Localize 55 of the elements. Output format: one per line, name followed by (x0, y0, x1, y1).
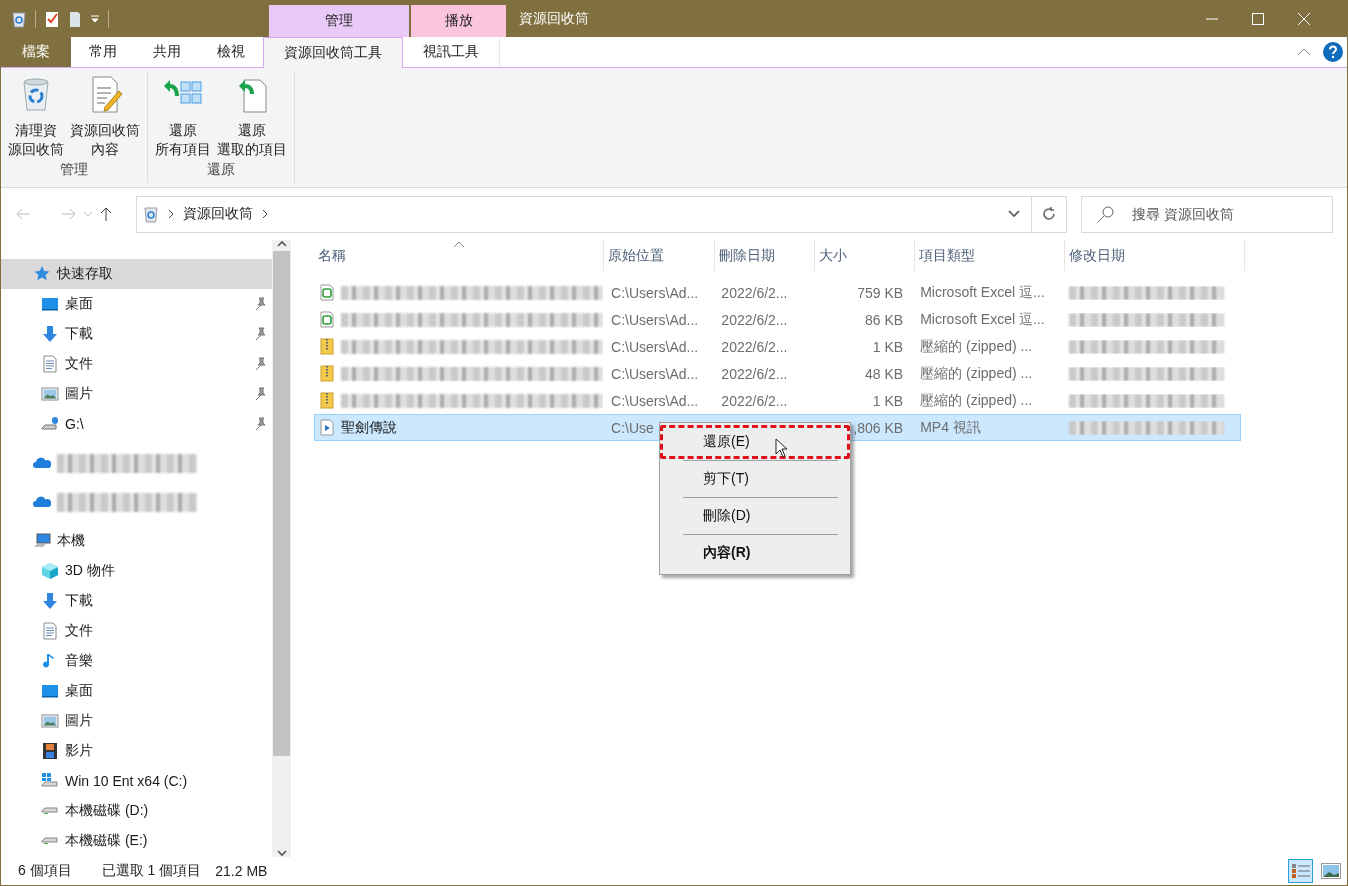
selection-size: 21.2 MB (215, 863, 268, 879)
table-cell: 壓縮的 (zipped) ... (920, 337, 1033, 356)
table-cell: C:\Users\Ad... (611, 338, 699, 355)
file-name: 聖劍傳說 (341, 418, 397, 437)
column-label: 修改日期 (1069, 246, 1125, 265)
table-cell: 2022/6/2... (721, 311, 788, 328)
table-cell: 1 KB (872, 392, 904, 409)
group-label: 管理 (60, 161, 88, 179)
table-cell: 2022/6/2... (721, 392, 788, 409)
table-cell: 壓縮的 (zipped) ... (920, 364, 1033, 383)
nav-label: 3D 物件 (65, 562, 115, 580)
table-cell: 2022/6/2... (721, 338, 788, 355)
nav-label: 影片 (65, 742, 93, 760)
group-label: 還原 (207, 161, 235, 179)
nav-label: 圖片 (65, 712, 93, 730)
table-cell: MP4 視訊 (920, 418, 981, 437)
table-cell: 1 KB (872, 338, 904, 355)
nav-label: 音樂 (65, 652, 93, 670)
nav-label: 下載 (65, 325, 93, 343)
table-cell: 86 KB (865, 311, 904, 328)
table-cell: C:\Users\Ad... (611, 365, 699, 382)
nav-label: 文件 (65, 622, 93, 640)
nav-label: 本機磁碟 (E:) (65, 832, 148, 850)
nav-label: 桌面 (65, 295, 93, 313)
table-cell: ,806 KB (853, 419, 904, 436)
table-cell: C:\Users\Ad... (611, 392, 699, 409)
column-label: 名稱 (318, 246, 346, 265)
column-label: 項目類型 (919, 246, 975, 265)
nav-label: 文件 (65, 355, 93, 373)
nav-label: 桌面 (65, 682, 93, 700)
table-cell: C:\Users\Ad... (611, 284, 699, 301)
nav-label: 下載 (65, 592, 93, 610)
contextual-tab-header: 管理 (269, 5, 409, 37)
table-cell: C:\Use (611, 419, 654, 436)
nav-label: 快速存取 (57, 265, 113, 283)
table-cell: C:\Users\Ad... (611, 311, 699, 328)
nav-label: Win 10 Ent x64 (C:) (65, 773, 188, 789)
table-cell: Microsoft Excel 逗... (920, 310, 1045, 329)
nav-label: 圖片 (65, 385, 93, 403)
column-label: 刪除日期 (719, 246, 775, 265)
nav-label: G:\ (65, 416, 84, 432)
table-cell: 48 KB (865, 365, 904, 382)
contextual-tab-header: 播放 (411, 5, 506, 37)
nav-label: 本機磁碟 (D:) (65, 802, 149, 820)
selection-count: 已選取 1 個項目 (101, 862, 202, 880)
table-cell: 2022/6/2... (721, 284, 788, 301)
window-title: 資源回收筒 (519, 8, 589, 28)
item-count: 6 個項目 (18, 862, 72, 880)
table-cell: 759 KB (857, 284, 904, 301)
table-cell: 壓縮的 (zipped) ... (920, 391, 1033, 410)
nav-label: 本機 (57, 532, 85, 550)
table-cell: 2022/6/2... (721, 365, 788, 382)
table-cell: Microsoft Excel 逗... (920, 283, 1045, 302)
column-label: 大小 (819, 246, 847, 265)
column-label: 原始位置 (608, 246, 664, 265)
